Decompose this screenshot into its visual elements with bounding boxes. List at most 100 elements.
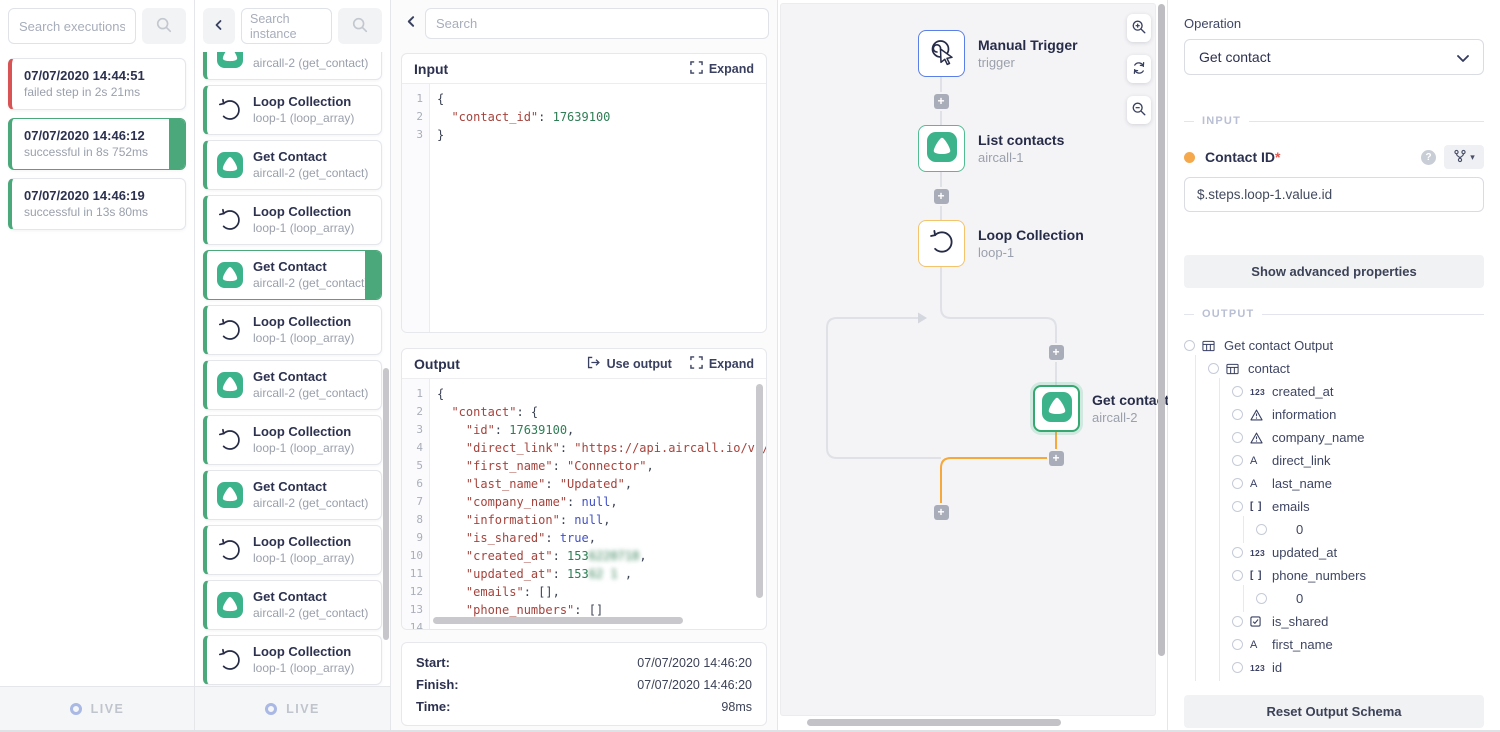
- operation-select[interactable]: Get contact: [1184, 39, 1484, 75]
- schema-node-label: phone_numbers: [1272, 568, 1366, 583]
- output-schema-node[interactable]: [ ]emails: [1184, 495, 1484, 518]
- input-title: Input: [414, 61, 672, 77]
- output-schema-node[interactable]: company_name: [1184, 426, 1484, 449]
- aircall-icon: [217, 152, 243, 178]
- step-title: Get Contact: [253, 149, 368, 165]
- execution-item[interactable]: 07/07/2020 14:46:19successful in 13s 80m…: [8, 178, 186, 230]
- code-line: 5 "first_name": "Connector",: [402, 457, 766, 475]
- show-advanced-properties-button[interactable]: Show advanced properties: [1184, 255, 1484, 288]
- expand-output-button[interactable]: Expand: [690, 356, 754, 372]
- schema-node-circle[interactable]: [1232, 639, 1243, 650]
- schema-node-circle[interactable]: [1232, 409, 1243, 420]
- output-schema-node[interactable]: is_shared: [1184, 610, 1484, 633]
- step-item[interactable]: Get Contactaircall-2 (get_contact): [203, 250, 382, 300]
- add-step-button[interactable]: +: [934, 94, 949, 109]
- node-list-contacts[interactable]: [918, 125, 965, 172]
- schema-node-circle[interactable]: [1232, 432, 1243, 443]
- schema-node-circle[interactable]: [1232, 386, 1243, 397]
- add-step-button[interactable]: +: [934, 505, 949, 520]
- reset-output-schema-button[interactable]: Reset Output Schema: [1184, 695, 1484, 728]
- steps-scrollbar[interactable]: [383, 368, 389, 640]
- output-schema-node[interactable]: 123id: [1184, 656, 1484, 679]
- node-get-contact[interactable]: [1033, 385, 1080, 432]
- output-schema-node[interactable]: contact: [1184, 357, 1484, 380]
- output-horizontal-scrollbar[interactable]: [433, 617, 683, 624]
- step-item[interactable]: Loop Collectionloop-1 (loop_array): [203, 635, 382, 685]
- code-line: 3}: [402, 126, 766, 144]
- step-item[interactable]: Loop Collectionloop-1 (loop_array): [203, 305, 382, 355]
- expand-input-button[interactable]: Expand: [690, 61, 754, 77]
- use-output-button[interactable]: Use output: [587, 356, 672, 372]
- execution-date: 07/07/2020 14:46:12: [24, 127, 173, 144]
- step-item[interactable]: Get Contactaircall-2 (get_contact): [203, 52, 382, 80]
- search-instance-button[interactable]: [338, 8, 382, 44]
- node-manual-trigger[interactable]: [918, 30, 965, 77]
- step-subtitle: loop-1 (loop_array): [253, 440, 354, 456]
- executions-live-footer: LIVE: [0, 686, 194, 730]
- output-schema-node[interactable]: information: [1184, 403, 1484, 426]
- search-executions-button[interactable]: [142, 8, 186, 44]
- zoom-out-button[interactable]: [1127, 96, 1151, 124]
- schema-node-circle[interactable]: [1256, 524, 1267, 535]
- step-item[interactable]: Get Contactaircall-2 (get_contact): [203, 360, 382, 410]
- executions-search-row: [8, 8, 186, 44]
- schema-node-circle[interactable]: [1232, 455, 1243, 466]
- output-schema-node[interactable]: 0: [1184, 587, 1484, 610]
- time-label: Time:: [416, 696, 450, 718]
- schema-node-circle[interactable]: [1208, 363, 1219, 374]
- output-card: Output Use output Expand 1{2 "contact": …: [401, 348, 767, 630]
- output-schema-node[interactable]: Get contact Output: [1184, 334, 1484, 357]
- back-button[interactable]: [203, 8, 235, 44]
- execution-item[interactable]: 07/07/2020 14:44:51failed step in 2s 21m…: [8, 58, 186, 110]
- search-icon: [351, 16, 369, 37]
- schema-node-circle[interactable]: [1256, 593, 1267, 604]
- schema-node-circle[interactable]: [1232, 501, 1243, 512]
- schema-node-circle[interactable]: [1232, 662, 1243, 673]
- jsonpath-toggle-button[interactable]: ▾: [1444, 145, 1484, 169]
- step-item[interactable]: Loop Collectionloop-1 (loop_array): [203, 85, 382, 135]
- step-item-text: Loop Collectionloop-1 (loop_array): [253, 314, 354, 346]
- step-item[interactable]: Get Contactaircall-2 (get_contact): [203, 140, 382, 190]
- type-num-icon: 123: [1250, 387, 1272, 397]
- step-item[interactable]: Loop Collectionloop-1 (loop_array): [203, 195, 382, 245]
- schema-node-circle[interactable]: [1232, 478, 1243, 489]
- live-indicator-icon: [70, 703, 82, 715]
- output-code-editor[interactable]: 1{2 "contact": {3 "id": 17639100,4 "dire…: [402, 379, 766, 629]
- step-item[interactable]: Loop Collectionloop-1 (loop_array): [203, 525, 382, 575]
- canvas-horizontal-scrollbar[interactable]: [807, 719, 1061, 726]
- zoom-in-button[interactable]: [1127, 14, 1151, 42]
- execution-item[interactable]: 07/07/2020 14:46:12successful in 8s 752m…: [8, 118, 186, 170]
- step-item[interactable]: Get Contactaircall-2 (get_contact): [203, 580, 382, 630]
- search-executions-input[interactable]: [8, 8, 136, 44]
- code-line: 9 "is_shared": true,: [402, 529, 766, 547]
- canvas-background[interactable]: [780, 3, 1156, 716]
- output-schema-node[interactable]: Alast_name: [1184, 472, 1484, 495]
- output-schema-node[interactable]: [ ]phone_numbers: [1184, 564, 1484, 587]
- node-loop-collection[interactable]: [918, 220, 965, 267]
- manual-trigger-icon: [927, 37, 957, 70]
- contact-id-input[interactable]: [1184, 177, 1484, 212]
- io-panel: Input Expand 1{2 "contact_id": 176391003…: [391, 0, 778, 730]
- output-schema-node[interactable]: Adirect_link: [1184, 449, 1484, 472]
- output-schema-node[interactable]: 0: [1184, 518, 1484, 541]
- add-step-button[interactable]: +: [1049, 451, 1064, 466]
- schema-node-circle[interactable]: [1184, 340, 1195, 351]
- chevron-left-icon[interactable]: [405, 15, 418, 31]
- schema-node-circle[interactable]: [1232, 547, 1243, 558]
- search-instance-input[interactable]: Search instance: [241, 8, 332, 44]
- output-schema-node[interactable]: 123updated_at: [1184, 541, 1484, 564]
- help-icon[interactable]: ?: [1421, 150, 1436, 165]
- step-item[interactable]: Get Contactaircall-2 (get_contact): [203, 470, 382, 520]
- add-step-button[interactable]: +: [934, 189, 949, 204]
- refresh-button[interactable]: [1127, 55, 1151, 83]
- output-schema-node[interactable]: Afirst_name: [1184, 633, 1484, 656]
- step-item[interactable]: Loop Collectionloop-1 (loop_array): [203, 415, 382, 465]
- io-search-input[interactable]: [425, 8, 769, 39]
- canvas-vertical-scrollbar[interactable]: [1158, 4, 1165, 656]
- schema-node-circle[interactable]: [1232, 616, 1243, 627]
- add-step-button[interactable]: +: [1049, 345, 1064, 360]
- output-schema-node[interactable]: 123created_at: [1184, 380, 1484, 403]
- output-vertical-scrollbar[interactable]: [756, 384, 763, 598]
- input-code-editor[interactable]: 1{2 "contact_id": 176391003}: [402, 84, 766, 332]
- schema-node-circle[interactable]: [1232, 570, 1243, 581]
